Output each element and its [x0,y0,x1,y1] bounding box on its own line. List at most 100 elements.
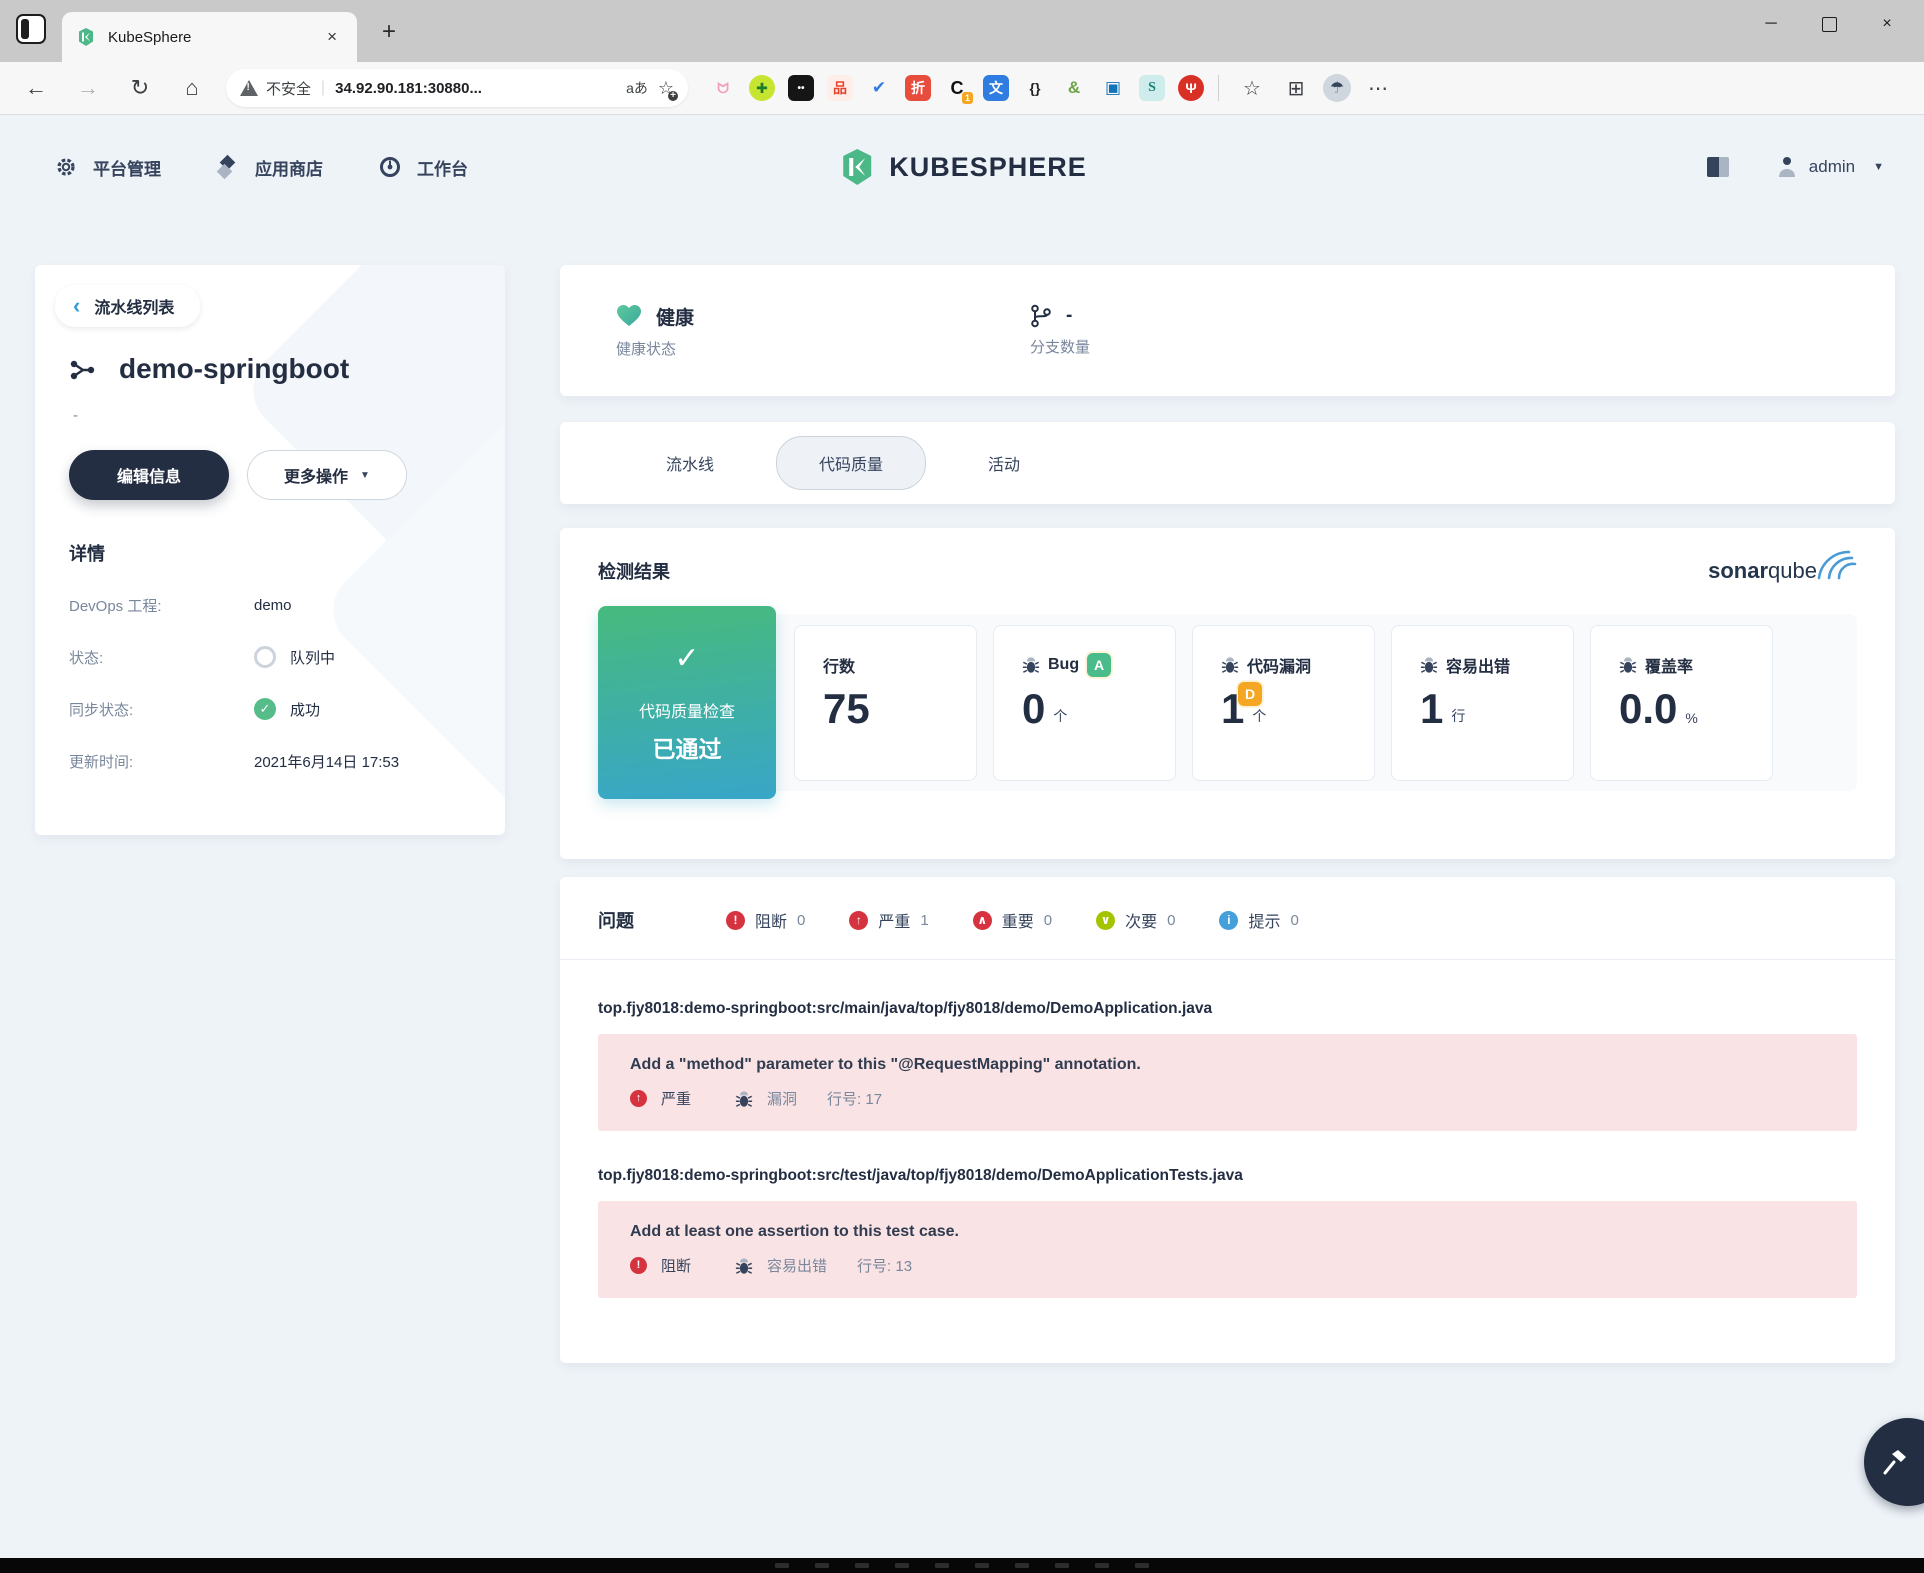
field-sync-status: 同步状态: ✓ 成功 [69,696,485,722]
issue-line-number: 行号: 17 [827,1088,882,1109]
tab-pipeline[interactable]: 流水线 [622,451,758,475]
one-badge: 1 [962,92,973,104]
favorite-star-icon[interactable]: ☆ [658,78,674,99]
back-to-pipeline-list[interactable]: ‹ 流水线列表 [55,285,200,327]
sonar-text-bold: sonar [1708,558,1768,584]
nav-platform-management[interactable]: 平台管理 [55,155,161,180]
forward-icon[interactable]: → [62,75,114,101]
browser-tab[interactable]: KubeSphere × [62,12,357,62]
pipeline-name: demo-springboot [119,353,349,385]
window-controls: ─ × [1742,0,1916,48]
home-icon[interactable]: ⌂ [166,75,218,101]
url-text: 34.92.90.181:30880... [335,80,616,97]
status-text: 队列中 [290,647,335,668]
kubesphere-header: 平台管理 应用商店 工作台 KUBESPHERE admin ▼ [0,116,1924,218]
cat-pink-extension-icon[interactable]: ᗢ [710,75,736,101]
refresh-icon[interactable]: ↻ [114,75,166,101]
severity-blocker-chip[interactable]: ! 阻断 0 [726,908,805,932]
severity-critical-chip[interactable]: ↑ 严重 1 [849,908,928,932]
bug-icon [1022,656,1040,674]
sonarqube-logo: sonarqube [1708,558,1857,584]
gear-icon [55,156,77,178]
nav-workbench[interactable]: 工作台 [379,155,468,180]
toolbox-button[interactable] [1864,1418,1924,1506]
pipeline-subtitle: - [73,407,485,424]
back-icon[interactable]: ← [10,75,62,101]
documentation-icon[interactable] [1707,157,1731,177]
person-outline-extension-icon[interactable]: & [1061,75,1087,101]
issue-file-path[interactable]: top.fjy8018:demo-springboot:src/test/jav… [598,1167,1857,1185]
favorites-icon[interactable]: ☆ [1235,76,1269,101]
minimize-button[interactable]: ─ [1742,2,1800,46]
issue-item: Add at least one assertion to this test … [598,1201,1857,1298]
check-circle-extension-icon[interactable]: ✔ [866,75,892,101]
collections-icon[interactable]: ⊞ [1279,76,1313,101]
user-icon [1777,156,1797,178]
black-cat-extension-icon[interactable]: •• [788,75,814,101]
new-tab-button[interactable]: + [372,18,406,46]
field-value: 2021年6月14日 17:53 [254,751,399,772]
tab-activity[interactable]: 活动 [944,451,1064,475]
issue-message: Add a "method" parameter to this "@Reque… [630,1056,1825,1074]
green-plus-extension-icon[interactable]: ✚ [749,75,775,101]
coupon-zhe-extension-icon[interactable]: 折 [905,75,931,101]
back-chevron-icon: ‹ [73,295,80,317]
chevron-down-icon: ▼ [360,470,370,481]
org-chart-extension-icon[interactable]: 品 [827,75,853,101]
issues-card: 问题 ! 阻断 0 ↑ 严重 1 ∧ 重要 0 ∨ 次要 0 [560,877,1895,1363]
tab-close-icon[interactable]: × [321,25,343,49]
translate-extension-icon[interactable]: 文 [983,75,1009,101]
sync-status-text: 成功 [290,699,320,720]
maximize-button[interactable] [1800,2,1858,46]
quality-gate-status-card: ✓ 代码质量检查 已通过 [598,606,776,799]
branch-label: 分支数量 [1030,336,1444,357]
metric-unit: 个 [1053,706,1067,726]
metric-value: 75 [823,688,870,730]
braces-extension-icon[interactable]: {} [1022,75,1048,101]
tab-code-quality[interactable]: 代码质量 [776,436,926,490]
metric-unit: 行 [1451,706,1465,726]
severity-label: 阻断 [755,908,787,932]
severity-info-chip[interactable]: i 提示 0 [1219,908,1298,932]
metric-label: 容易出错 [1446,653,1510,677]
metric-vulnerabilities: 代码漏洞 D 1 个 [1192,625,1375,781]
insecure-warning-icon [240,80,258,96]
severity-label: 重要 [1002,908,1034,932]
vertical-tabs-icon[interactable] [16,14,46,44]
info-icon: i [1219,911,1238,930]
pipeline-icon [69,355,97,383]
health-heart-icon [616,304,642,328]
settings-more-icon[interactable]: ⋯ [1361,76,1395,101]
issue-file-path[interactable]: top.fjy8018:demo-springboot:src/main/jav… [598,1000,1857,1018]
address-bar[interactable]: 不安全 | 34.92.90.181:30880... aあ ☆ [226,69,688,107]
security-label: 不安全 [266,78,311,99]
profile-avatar[interactable]: ☂ [1323,74,1351,102]
language-icon[interactable]: aあ [626,78,648,98]
queued-status-icon [254,646,276,668]
severity-minor-chip[interactable]: ∨ 次要 0 [1096,908,1175,932]
severity-major-chip[interactable]: ∧ 重要 0 [973,908,1052,932]
issue-severity: 严重 [661,1088,691,1109]
nav-app-store[interactable]: 应用商店 [217,155,323,180]
field-label: 更新时间: [69,751,254,772]
user-menu[interactable]: admin ▼ [1777,156,1884,178]
metric-label: 代码漏洞 [1247,653,1311,677]
blocker-icon: ! [630,1257,647,1274]
edit-info-button[interactable]: 编辑信息 [69,450,229,500]
split-screen-extension-icon[interactable]: ▣ [1100,75,1126,101]
stop-hand-extension-icon[interactable]: Ψ [1178,75,1204,101]
toolbar-right: ☆ ⊞ ☂ ⋯ [1235,74,1395,102]
severity-label: 提示 [1248,908,1280,932]
maximize-icon [1822,17,1837,32]
issue-item: Add a "method" parameter to this "@Reque… [598,1034,1857,1131]
more-actions-button[interactable]: 更多操作 ▼ [247,450,407,500]
c-one-extension-icon[interactable]: C1 [944,75,970,101]
s-teal-extension-icon[interactable]: S [1139,75,1165,101]
metric-label: 行数 [823,653,855,677]
back-label: 流水线列表 [94,294,174,318]
major-icon: ∧ [973,911,992,930]
close-button[interactable]: × [1858,2,1916,46]
severity-count: 1 [920,912,928,929]
hammer-icon [1880,1447,1910,1477]
issue-line-number: 行号: 13 [857,1255,912,1276]
